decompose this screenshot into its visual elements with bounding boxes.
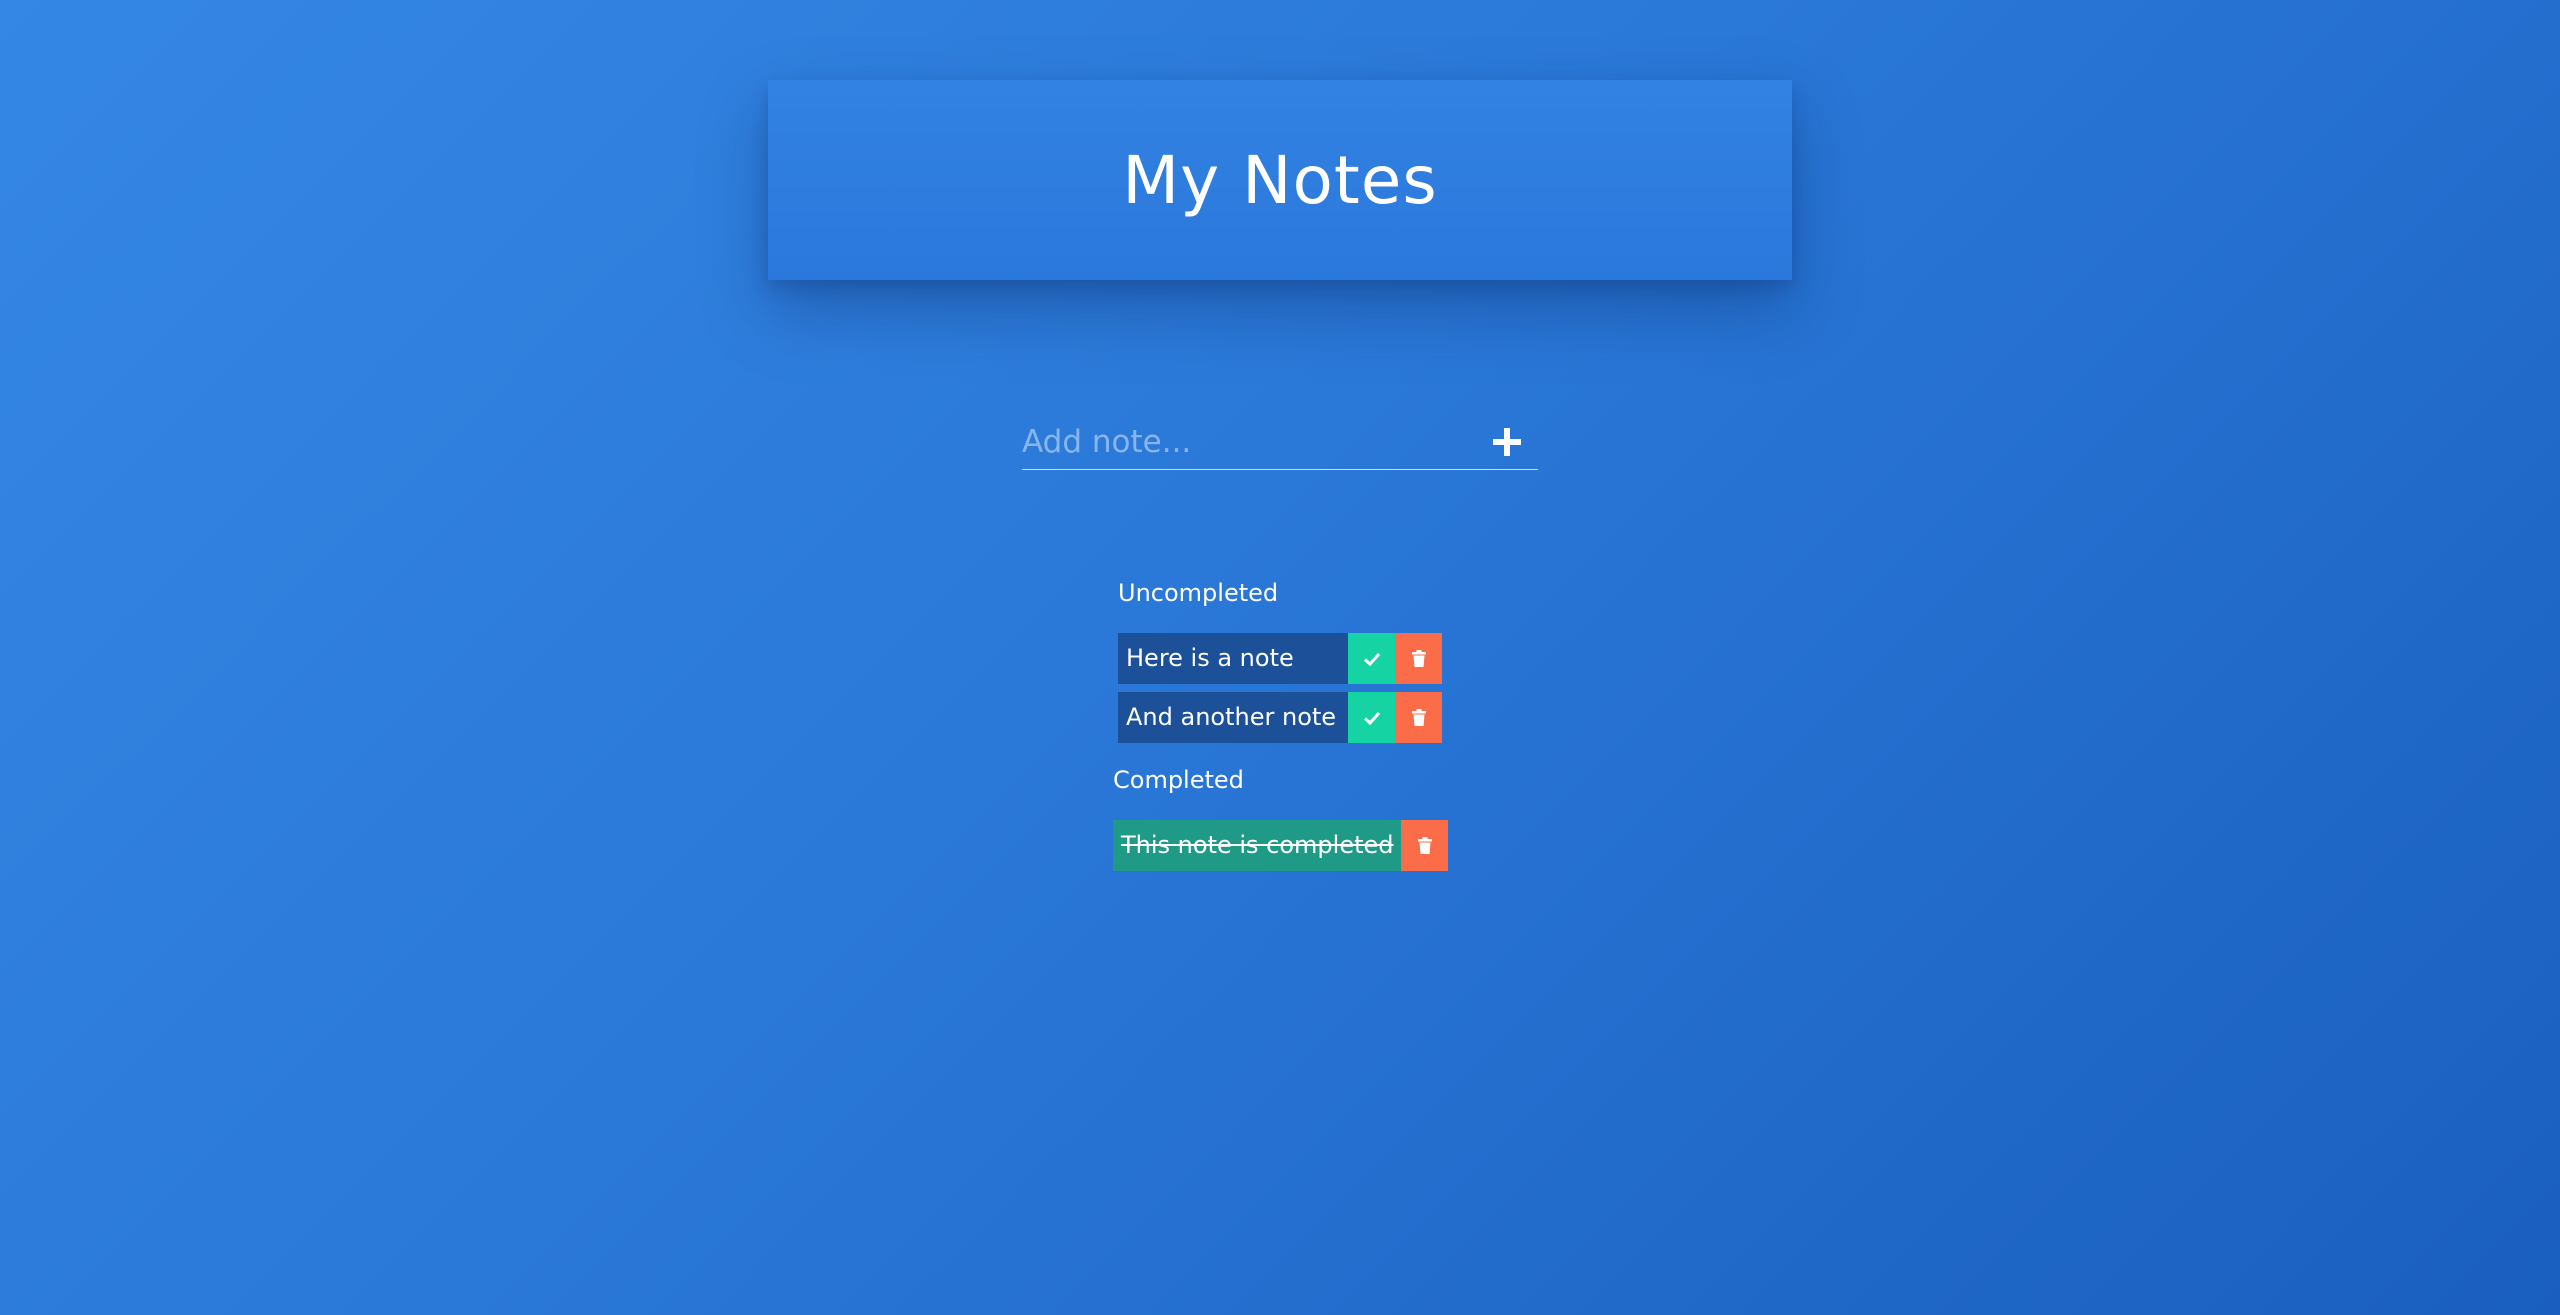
- trash-icon: [1411, 708, 1426, 726]
- note-item: This note is completed: [1113, 820, 1448, 871]
- note-item: Here is a note: [1118, 633, 1442, 684]
- delete-button[interactable]: [1395, 692, 1442, 743]
- add-note-input[interactable]: [1022, 415, 1482, 469]
- complete-button[interactable]: [1348, 692, 1395, 743]
- completed-section-label: Completed: [1113, 766, 1244, 794]
- app-header: My Notes: [768, 80, 1792, 280]
- note-text: And another note: [1118, 692, 1348, 743]
- uncompleted-section-label: Uncompleted: [1118, 579, 1279, 607]
- note-text: Here is a note: [1118, 633, 1348, 684]
- note-item: And another note: [1118, 692, 1442, 743]
- check-icon: [1363, 652, 1380, 666]
- add-note-button[interactable]: [1482, 415, 1532, 469]
- note-text: This note is completed: [1113, 820, 1401, 871]
- delete-button[interactable]: [1401, 820, 1448, 871]
- plus-icon: [1493, 428, 1521, 456]
- complete-button[interactable]: [1348, 633, 1395, 684]
- check-icon: [1363, 711, 1380, 725]
- trash-icon: [1411, 649, 1426, 667]
- page-title: My Notes: [1122, 141, 1438, 219]
- add-note-form: [1022, 415, 1538, 470]
- trash-icon: [1417, 836, 1432, 854]
- delete-button[interactable]: [1395, 633, 1442, 684]
